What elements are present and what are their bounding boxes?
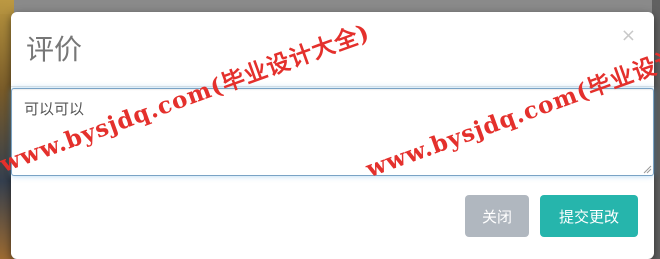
submit-changes-button[interactable]: 提交更改 (540, 195, 638, 237)
close-button[interactable]: 关闭 (465, 195, 529, 237)
dialog-title: 评价 (26, 33, 83, 66)
review-dialog: 评价 × 可以可以 关闭 提交更改 (11, 12, 654, 259)
header-divider (11, 86, 654, 87)
close-icon[interactable]: × (621, 27, 636, 45)
comment-textarea[interactable]: 可以可以 (11, 88, 654, 176)
resize-handle-icon[interactable] (642, 164, 652, 174)
